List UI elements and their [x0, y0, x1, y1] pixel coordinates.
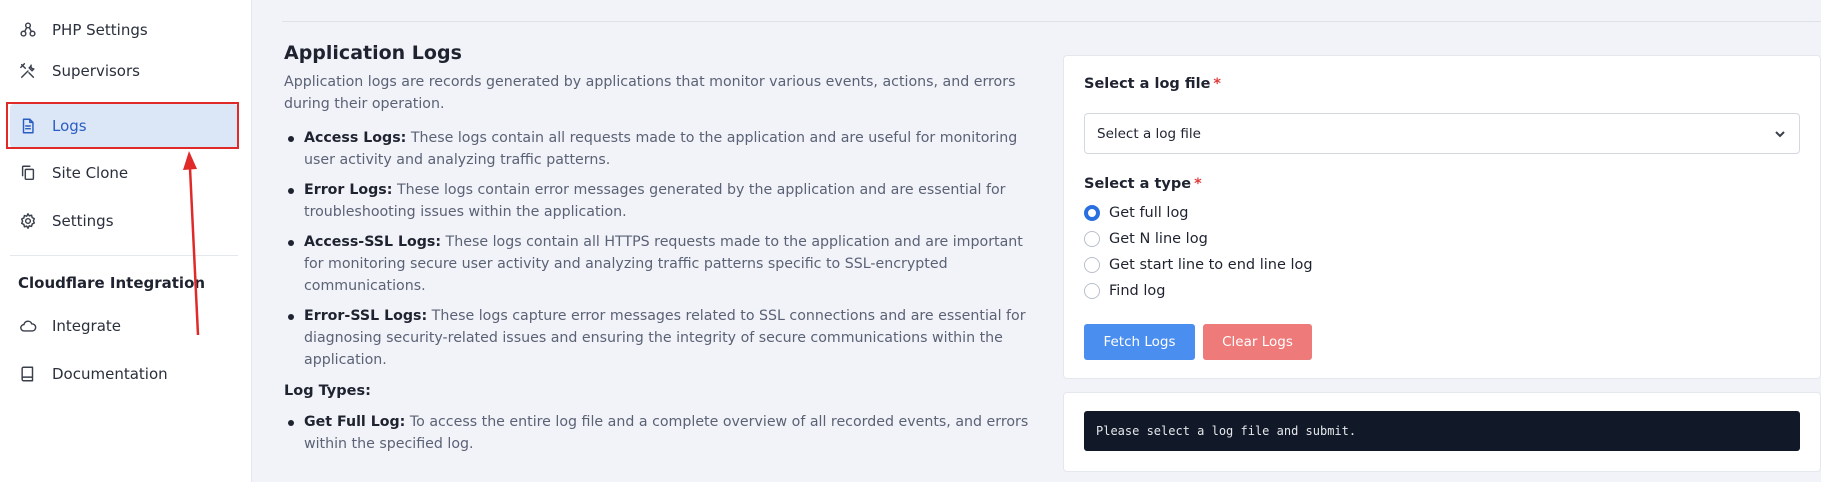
cloud-icon — [18, 316, 38, 336]
log-types-heading: Log Types: — [284, 383, 371, 399]
sidebar-item-label: Integrate — [52, 317, 122, 335]
sidebar-item-documentation[interactable]: Documentation — [10, 352, 238, 396]
clear-logs-button[interactable]: Clear Logs — [1203, 324, 1312, 360]
required-mark: * — [1213, 76, 1221, 92]
bullet-text: These logs contain error messages genera… — [304, 182, 1006, 220]
bullet-term: Error-SSL Logs: — [304, 308, 428, 324]
sidebar-item-label: Settings — [52, 212, 114, 230]
radio-label: Get N line log — [1109, 231, 1208, 247]
radio-button[interactable] — [1084, 205, 1100, 221]
bullet-term: Access-SSL Logs: — [304, 234, 442, 250]
log-file-label-text: Select a log file — [1084, 76, 1211, 92]
chevron-down-icon — [1773, 127, 1787, 141]
sidebar-item-logs[interactable]: Logs — [10, 104, 238, 148]
log-output-message: Please select a log file and submit. — [1096, 424, 1357, 438]
radio-label: Get full log — [1109, 205, 1189, 221]
copy-icon — [18, 163, 38, 183]
radio-label: Get start line to end line log — [1109, 257, 1313, 273]
sidebar-item-integrate[interactable]: Integrate — [10, 304, 238, 348]
log-file-label: Select a log file * — [1084, 76, 1221, 92]
sidebar-item-label: Documentation — [52, 365, 168, 383]
sidebar-item-site-clone[interactable]: Site Clone — [10, 151, 238, 195]
sidebar-item-label: PHP Settings — [52, 21, 148, 39]
log-file-select-value: Select a log file — [1097, 125, 1201, 142]
radio-label: Find log — [1109, 283, 1166, 299]
log-form-panel: Select a log file * Select a log file Sel… — [1063, 55, 1821, 379]
radio-get-n-line-log[interactable]: Get N line log — [1084, 231, 1208, 247]
log-type-label-text: Select a type — [1084, 176, 1192, 192]
fetch-logs-button[interactable]: Fetch Logs — [1084, 324, 1195, 360]
list-item: Get Full Log: To access the entire log f… — [284, 411, 1044, 455]
log-output-panel: Please select a log file and submit. — [1063, 392, 1821, 472]
bullet-text: These logs contain all requests made to … — [304, 130, 1018, 168]
list-item: Access-SSL Logs: These logs contain all … — [284, 231, 1044, 297]
sidebar-divider — [10, 255, 238, 256]
required-mark: * — [1194, 176, 1202, 192]
sidebar-item-supervisors[interactable]: Supervisors — [10, 49, 238, 93]
bullet-term: Access Logs: — [304, 130, 407, 146]
radio-button[interactable] — [1084, 283, 1100, 299]
sidebar-item-label: Supervisors — [52, 62, 140, 80]
bullet-term: Get Full Log: — [304, 414, 406, 430]
list-item: Error Logs: These logs contain error mes… — [284, 179, 1044, 223]
document-icon — [18, 116, 38, 136]
bullet-text: To access the entire log file and a comp… — [304, 414, 1029, 452]
bullet-term: Error Logs: — [304, 182, 393, 198]
sidebar-item-settings[interactable]: Settings — [10, 199, 238, 243]
header-divider — [282, 21, 1821, 22]
page-title: Application Logs — [284, 42, 462, 64]
section-title-cloudflare: Cloudflare Integration — [18, 274, 206, 292]
list-item: Access Logs: These logs contain all requ… — [284, 127, 1044, 171]
radio-button[interactable] — [1084, 257, 1100, 273]
log-type-label: Select a type * — [1084, 176, 1202, 192]
radio-button[interactable] — [1084, 231, 1100, 247]
intro-text: Application logs are records generated b… — [284, 74, 1016, 112]
radio-get-full-log[interactable]: Get full log — [1084, 205, 1189, 221]
log-description-list: Access Logs: These logs contain all requ… — [284, 127, 1044, 371]
main-content: Application Logs Application logs are re… — [284, 42, 1044, 463]
log-output-terminal: Please select a log file and submit. — [1084, 411, 1800, 451]
sidebar-item-php-settings[interactable]: PHP Settings — [10, 8, 238, 52]
list-item: Error-SSL Logs: These logs capture error… — [284, 305, 1044, 371]
radio-start-to-end-line-log[interactable]: Get start line to end line log — [1084, 257, 1313, 273]
sidebar: PHP Settings Supervisors Logs Site Clone… — [0, 0, 252, 482]
book-icon — [18, 364, 38, 384]
log-file-select[interactable]: Select a log file — [1084, 113, 1800, 154]
php-settings-icon — [18, 20, 38, 40]
tools-icon — [18, 61, 38, 81]
log-types-list: Get Full Log: To access the entire log f… — [284, 411, 1044, 455]
radio-find-log[interactable]: Find log — [1084, 283, 1165, 299]
sidebar-item-label: Site Clone — [52, 164, 129, 182]
sidebar-item-label: Logs — [52, 117, 87, 135]
gear-icon — [18, 211, 38, 231]
